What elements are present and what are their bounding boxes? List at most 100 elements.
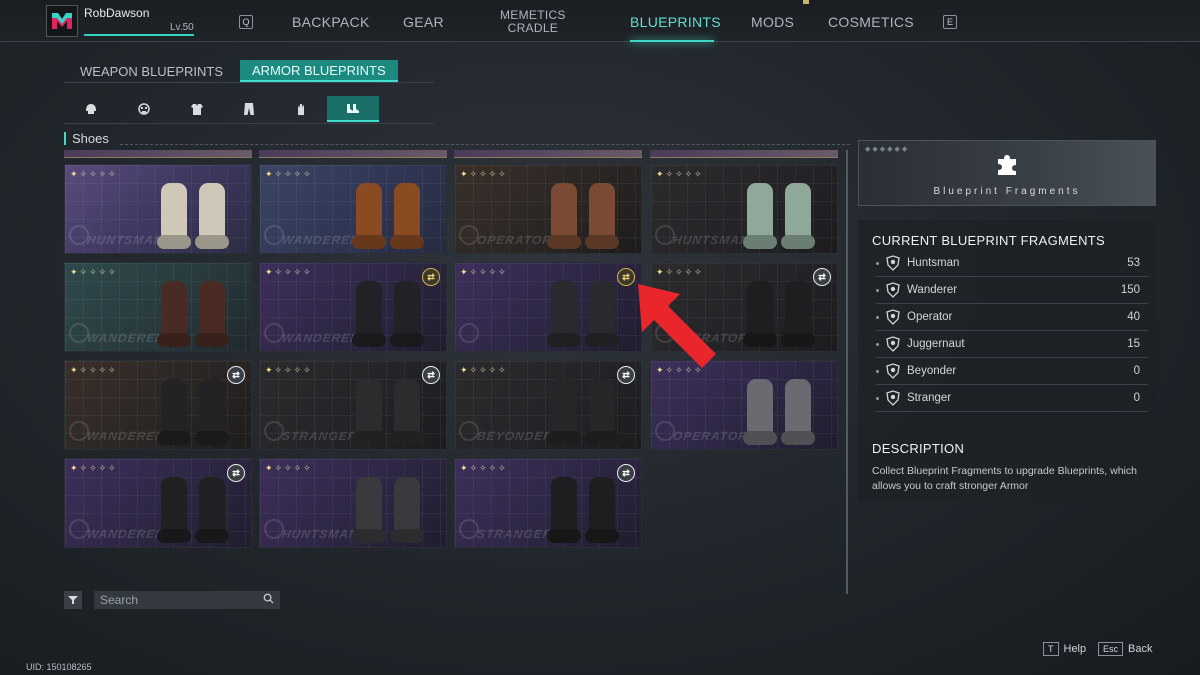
left-boot-image: [747, 183, 773, 247]
blueprint-card[interactable]: ✦✧✧✧✧ HUNTSMAN: [259, 458, 447, 548]
rarity-stars: ✦✧✧✧✧: [265, 267, 313, 277]
brand-emblem-icon: [459, 323, 479, 343]
bullet: [876, 261, 879, 265]
next-tab-key-hint[interactable]: E: [943, 15, 957, 29]
right-boot-image: [394, 379, 420, 443]
blueprint-card[interactable]: ✦✧✧✧✧ STRANGER ⇄: [454, 458, 642, 548]
fragment-name: Wanderer: [907, 284, 958, 296]
shoes-icon: [347, 104, 359, 113]
faction-emblem-icon: [885, 309, 901, 325]
tab-gear[interactable]: GEAR: [403, 14, 444, 30]
section-title: Shoes: [64, 132, 109, 145]
rarity-stars: ✦✧✧✧✧: [265, 463, 313, 473]
blueprint-card[interactable]: ✦✧✧✧✧ OPERATOR: [454, 164, 642, 254]
brand-watermark: OPERATOR: [476, 233, 553, 247]
category-chest[interactable]: [182, 96, 212, 122]
rarity-stars: ✦✧✧✧✧: [265, 169, 313, 179]
blueprint-card[interactable]: ✦✧✧✧✧ WANDERER ⇄: [64, 458, 252, 548]
previous-row-edge: [64, 150, 252, 158]
fragment-name: Huntsman: [907, 257, 960, 269]
pants-icon: [244, 103, 254, 115]
search-icon[interactable]: [263, 593, 274, 607]
blueprint-card[interactable]: ✦✧✧✧✧ BEYONDER ⇄: [454, 360, 642, 450]
right-boot-image: [589, 379, 615, 443]
blueprint-card[interactable]: ✦✧✧✧✧ STRANGER ⇄: [259, 360, 447, 450]
active-tab-indicator: [630, 40, 714, 42]
blueprint-card[interactable]: ✦✧✧✧✧ HUNTSMAN: [64, 164, 252, 254]
rarity-stars: ✦✧✧✧✧: [460, 365, 508, 375]
back-button[interactable]: Esc Back: [1098, 642, 1152, 656]
blueprint-card[interactable]: ✦✧✧✧✧ WANDERER: [259, 164, 447, 254]
tab-backpack[interactable]: BACKPACK: [292, 14, 370, 30]
help-button[interactable]: T Help: [1043, 642, 1086, 656]
faction-emblem-icon: [885, 282, 901, 298]
left-boot-image: [551, 477, 577, 541]
blueprint-card[interactable]: ✦✧✧✧✧ WANDERER ⇄: [64, 360, 252, 450]
brand-watermark: HUNTSMAN: [281, 527, 360, 541]
upgrade-badge-icon[interactable]: ⇄: [813, 268, 831, 286]
rarity-stars: ✦✧✧✧✧: [70, 365, 118, 375]
blueprint-card[interactable]: ✦✧✧✧✧ HUNTSMAN: [650, 164, 838, 254]
grid-scrollbar[interactable]: [846, 150, 848, 594]
tab-cosmetics[interactable]: COSMETICS: [828, 14, 914, 30]
tab-memetics-cradle[interactable]: MEMETICS CRADLE: [500, 9, 566, 35]
category-helmet[interactable]: [76, 96, 106, 122]
faction-emblem-icon: [885, 363, 901, 379]
category-shoes[interactable]: [327, 96, 379, 122]
fragment-count: 150: [1120, 284, 1140, 296]
tab-mods[interactable]: MODS: [751, 14, 794, 30]
right-boot-image: [394, 477, 420, 541]
prev-tab-key-hint[interactable]: Q: [239, 15, 253, 29]
blueprint-card[interactable]: ✦✧✧✧✧ WANDERER ⇄: [259, 262, 447, 352]
gloves-icon: [298, 104, 304, 115]
left-boot-image: [356, 281, 382, 345]
right-boot-image: [199, 281, 225, 345]
right-boot-image: [589, 281, 615, 345]
tab-memetics-label-2: CRADLE: [507, 21, 559, 35]
tab-armor-blueprints[interactable]: ARMOR BLUEPRINTS: [240, 60, 398, 82]
left-boot-image: [551, 183, 577, 247]
logo-icon: [52, 13, 72, 29]
blueprint-card[interactable]: ✦✧✧✧✧ ⇄: [454, 262, 642, 352]
fragment-row: Stranger 0: [876, 385, 1148, 412]
right-boot-image: [199, 477, 225, 541]
notification-marker: [803, 0, 809, 4]
tab-blueprints[interactable]: BLUEPRINTS: [630, 14, 721, 30]
upgrade-badge-icon[interactable]: ⇄: [617, 464, 635, 482]
search-input[interactable]: [100, 593, 250, 607]
fragment-count: 0: [1133, 392, 1140, 404]
description-text: Collect Blueprint Fragments to upgrade B…: [872, 465, 1137, 492]
left-boot-image: [161, 183, 187, 247]
filter-button[interactable]: [64, 591, 82, 609]
previous-row-edge: [259, 150, 447, 158]
brand-watermark: STRANGER: [281, 429, 359, 443]
search-box: [94, 591, 280, 609]
fragments-heading: CURRENT BLUEPRINT FRAGMENTS: [872, 233, 1105, 248]
previous-row-edge: [650, 150, 838, 158]
category-gloves[interactable]: [286, 96, 316, 122]
category-pants[interactable]: [234, 96, 264, 122]
upgrade-badge-icon[interactable]: ⇄: [227, 366, 245, 384]
brand-watermark: WANDERER: [86, 429, 166, 443]
helmet-icon: [86, 104, 96, 114]
rarity-stars: ✦✧✧✧✧: [656, 169, 704, 179]
tab-weapon-blueprints[interactable]: WEAPON BLUEPRINTS: [68, 60, 235, 82]
puzzle-piece-icon: [995, 153, 1019, 183]
upgrade-badge-icon[interactable]: ⇄: [422, 268, 440, 286]
left-boot-image: [356, 477, 382, 541]
category-mask[interactable]: [129, 96, 159, 122]
right-boot-image: [785, 281, 811, 345]
left-boot-image: [161, 477, 187, 541]
right-boot-image: [785, 379, 811, 443]
help-key: T: [1043, 642, 1059, 656]
highlight-arrow-icon: [638, 284, 716, 368]
blueprint-card[interactable]: ✦✧✧✧✧ WANDERER: [64, 262, 252, 352]
upgrade-badge-icon[interactable]: ⇄: [227, 464, 245, 482]
player-name: RobDawson: [84, 6, 150, 20]
fragment-row: Juggernaut 15: [876, 331, 1148, 358]
left-boot-image: [356, 183, 382, 247]
fragments-panel: CURRENT BLUEPRINT FRAGMENTS Huntsman 53 Wa…: [858, 220, 1156, 502]
upgrade-badge-icon[interactable]: ⇄: [422, 366, 440, 384]
bullet: [876, 342, 879, 346]
right-boot-image: [785, 183, 811, 247]
